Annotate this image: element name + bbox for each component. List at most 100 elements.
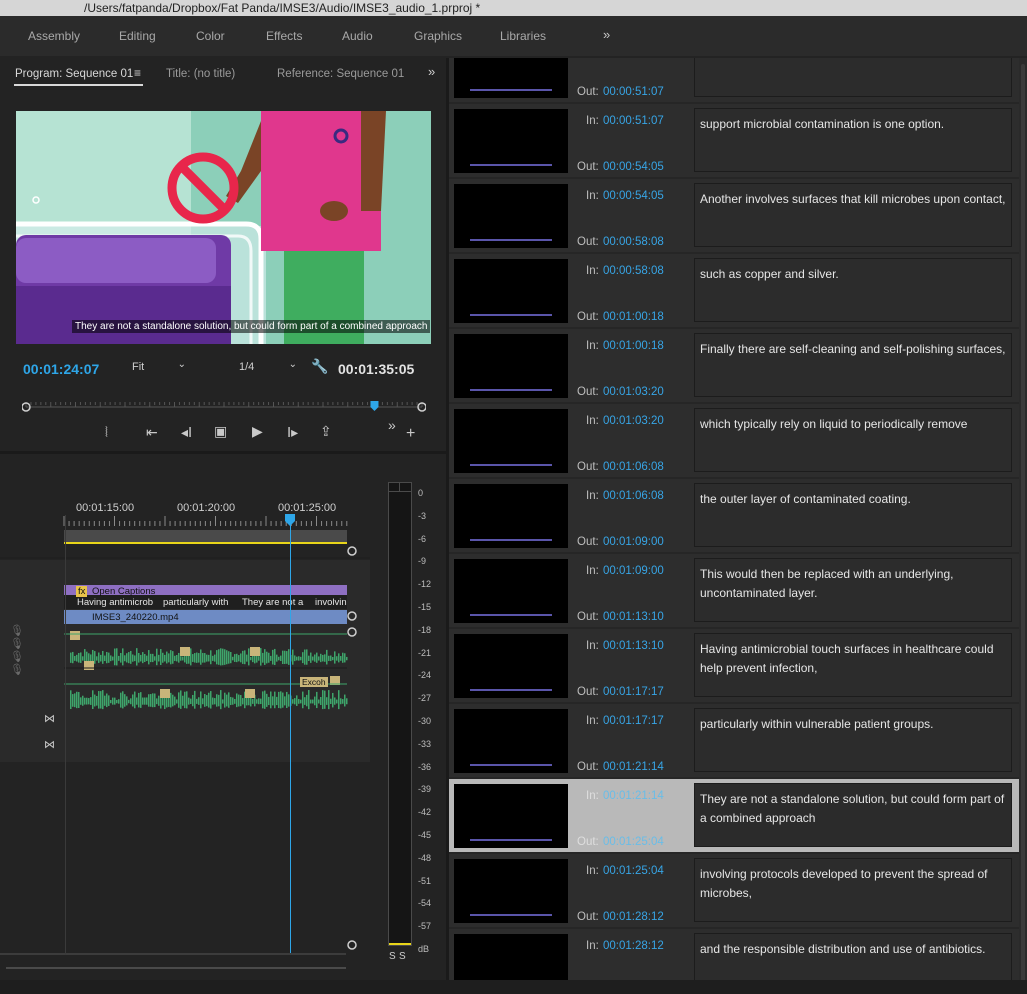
caption-in-timecode[interactable]: 00:00:54:05 (603, 190, 664, 202)
caption-out-timecode[interactable]: 00:01:03:20 (603, 386, 664, 398)
step-back-icon[interactable]: ◂Ⅰ (181, 424, 192, 441)
open-captions-label: Open Captions (92, 586, 156, 597)
caption-text-field[interactable]: able to (694, 58, 1012, 97)
caption-text-field[interactable]: the outer layer of contaminated coating. (694, 483, 1012, 547)
caption-clip[interactable]: involvin (315, 597, 347, 608)
caption-text-field[interactable]: Having antimicrobial touch surfaces in h… (694, 633, 1012, 697)
solo-button[interactable]: S (399, 951, 406, 962)
caption-in-timecode[interactable]: 00:01:03:20 (603, 415, 664, 427)
track-collapse-icon[interactable]: ⋈ (44, 738, 55, 751)
caption-in-timecode[interactable]: 00:00:58:08 (603, 265, 664, 277)
caption-in-timecode[interactable]: 00:01:25:04 (603, 865, 664, 877)
workspace-tab-assembly[interactable]: Assembly (28, 29, 80, 43)
playback-resolution-select[interactable]: 1/4 ⌄ (235, 359, 299, 376)
timeline-scrollbar[interactable] (0, 964, 370, 972)
caption-out-timecode[interactable]: 00:00:54:05 (603, 161, 664, 173)
workspace-tab-color[interactable]: Color (196, 29, 225, 43)
export-frame-icon[interactable]: ⇪ (320, 423, 332, 440)
track-expand-icon[interactable]: ⋈ (44, 712, 55, 725)
caption-out-timecode[interactable]: 00:01:06:08 (603, 461, 664, 473)
workspace-tab-graphics[interactable]: Graphics (414, 29, 462, 43)
program-video-frame[interactable]: They are not a standalone solution, but … (16, 111, 431, 344)
caption-in-timecode[interactable]: 00:01:13:10 (603, 640, 664, 652)
caption-in-timecode[interactable]: 00:01:21:14 (603, 790, 664, 802)
in-label: In: (586, 490, 599, 502)
caption-row[interactable]: In: 00:01:13:10 Out: 00:01:17:17 Having anti… (449, 629, 1019, 702)
caption-row[interactable]: In: 00:01:17:17 Out: 00:01:21:14 particularl… (449, 704, 1019, 777)
add-icon[interactable]: + (406, 425, 415, 443)
caption-out-timecode[interactable]: 00:01:25:04 (603, 836, 664, 848)
wrench-settings-icon[interactable]: 🔧 (311, 358, 328, 375)
caption-text-field[interactable]: involving protocols developed to prevent… (694, 858, 1012, 922)
step-forward-icon[interactable]: Ⅰ▸ (287, 424, 298, 441)
caption-row[interactable]: In: 00:01:06:08 Out: 00:01:09:00 the outer l… (449, 479, 1019, 552)
caption-text-field[interactable]: Another involves surfaces that kill micr… (694, 183, 1012, 247)
caption-out-timecode[interactable]: 00:01:17:17 (603, 686, 664, 698)
caption-text-field[interactable]: support microbial contamination is one o… (694, 108, 1012, 172)
caption-row[interactable]: In: 00:01:00:18 Out: 00:01:03:20 Finally the… (449, 329, 1019, 402)
play-icon[interactable]: ▶ (252, 423, 263, 440)
caption-out-timecode[interactable]: 00:01:00:18 (603, 311, 664, 323)
caption-clip[interactable]: Having antimicrob (77, 597, 153, 608)
zoom-level-select[interactable]: Fit ⌄ (128, 359, 188, 376)
caption-in-timecode[interactable]: 00:00:51:07 (603, 115, 664, 127)
caption-in-timecode[interactable]: 00:01:09:00 (603, 565, 664, 577)
timeline-tracks[interactable] (0, 514, 370, 984)
more-icon[interactable]: » (388, 417, 396, 433)
caption-row[interactable]: In: 00:01:03:20 Out: 00:01:06:08 which typic… (449, 404, 1019, 477)
meter-db-label: -54 (418, 898, 432, 909)
work-area-bar[interactable] (64, 530, 347, 543)
caption-out-timecode[interactable]: 00:00:58:08 (603, 236, 664, 248)
workspace-tab-effects[interactable]: Effects (266, 29, 302, 43)
current-timecode[interactable]: 00:01:24:07 (23, 361, 99, 377)
go-to-in-icon[interactable]: ⇤ (146, 424, 158, 441)
out-label: Out: (577, 686, 599, 698)
caption-out-timecode[interactable]: 00:01:09:00 (603, 536, 664, 548)
active-tab-indicator (14, 84, 143, 86)
caption-text-field[interactable]: such as copper and silver. (694, 258, 1012, 322)
caption-row[interactable]: In: 00:01:25:04 Out: 00:01:28:12 involving p… (449, 854, 1019, 927)
caption-text-field[interactable]: which typically rely on liquid to period… (694, 408, 1012, 472)
caption-in-timecode[interactable]: 00:01:17:17 (603, 715, 664, 727)
workspace-tab-editing[interactable]: Editing (119, 29, 156, 43)
tab-reference-monitor[interactable]: Reference: Sequence 01 (277, 68, 404, 80)
timeline-playhead-line (290, 515, 291, 953)
caption-row[interactable]: Out: 00:00:51:07 able to (449, 58, 1019, 102)
caption-row[interactable]: In: 00:00:58:08 Out: 00:01:00:18 such as cop… (449, 254, 1019, 327)
caption-out-timecode[interactable]: 00:01:21:14 (603, 761, 664, 773)
caption-in-timecode[interactable]: 00:01:00:18 (603, 340, 664, 352)
caption-in-timecode[interactable]: 00:01:06:08 (603, 490, 664, 502)
caption-in-timecode[interactable]: 00:01:28:12 (603, 940, 664, 952)
caption-row[interactable]: In: 00:01:09:00 Out: 00:01:13:10 This would … (449, 554, 1019, 627)
solo-button[interactable]: S (389, 951, 396, 962)
caption-text-field[interactable]: They are not a standalone solution, but … (694, 783, 1012, 847)
caption-out-timecode[interactable]: 00:01:28:12 (603, 911, 664, 923)
caption-thumbnail (454, 784, 568, 848)
caption-clip[interactable]: They are not a (242, 597, 303, 608)
monitor-scrub-bar[interactable] (22, 400, 426, 412)
caption-clip[interactable]: particularly with (163, 597, 228, 608)
caption-row[interactable]: In: 00:00:54:05 Out: 00:00:58:08 Another inv… (449, 179, 1019, 252)
caption-row[interactable]: In: 00:00:51:07 Out: 00:00:54:05 support mic… (449, 104, 1019, 177)
caption-out-timecode[interactable]: 00:01:13:10 (603, 611, 664, 623)
panel-menu-icon[interactable]: ≡ (134, 66, 141, 80)
workspace-tab-libraries[interactable]: Libraries (500, 29, 546, 43)
caption-text-field[interactable]: Finally there are self-cleaning and self… (694, 333, 1012, 397)
caption-text-field[interactable]: This would then be replaced with an unde… (694, 558, 1012, 622)
panel-overflow-icon[interactable]: » (428, 64, 435, 79)
captions-scrollbar[interactable] (1019, 58, 1027, 988)
mark-in-icon[interactable]: ⦚ (105, 424, 108, 441)
workspace-tab-audio[interactable]: Audio (342, 29, 373, 43)
track-controls[interactable]: 🎙 🎙 🎙 🎙 (10, 625, 24, 677)
out-label: Out: (577, 86, 599, 98)
workspace-overflow-icon[interactable]: » (603, 27, 610, 42)
caption-row[interactable]: In: 00:01:21:14 Out: 00:01:25:04 They are no… (449, 779, 1019, 852)
monitor-playhead[interactable] (370, 401, 379, 411)
caption-out-timecode[interactable]: 00:00:51:07 (603, 86, 664, 98)
tab-title[interactable]: Title: (no title) (166, 68, 235, 80)
caption-text-field[interactable]: particularly within vulnerable patient g… (694, 708, 1012, 772)
out-label: Out: (577, 911, 599, 923)
resolution-value: 1/4 (239, 361, 255, 373)
safe-margins-icon[interactable]: ▣ (214, 423, 227, 440)
tab-program-monitor[interactable]: Program: Sequence 01 (15, 68, 133, 80)
